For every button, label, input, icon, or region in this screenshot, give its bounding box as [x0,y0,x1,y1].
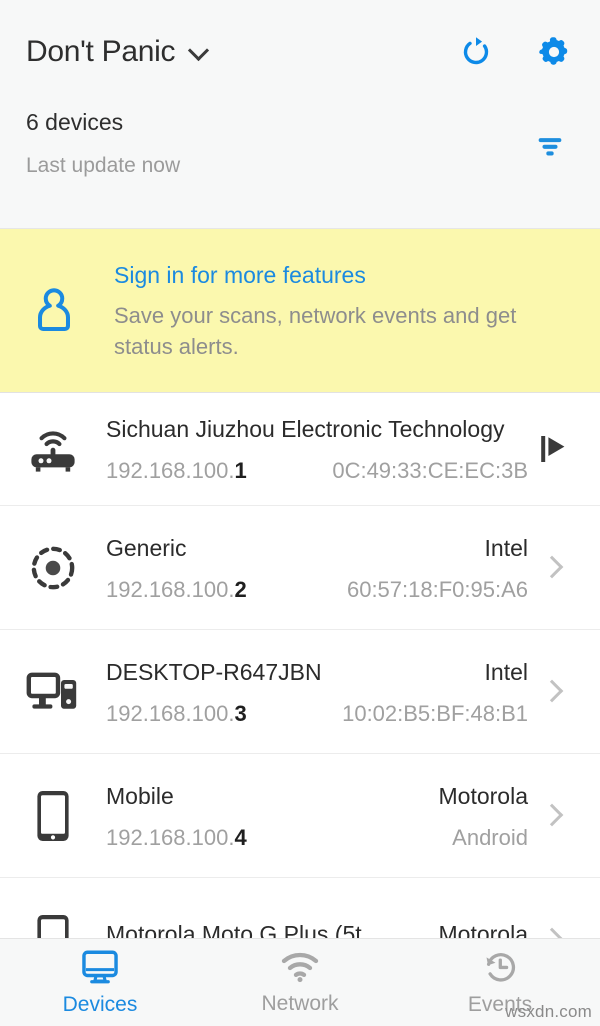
row-trailing[interactable] [528,559,578,577]
tab-devices-label: Devices [62,992,138,1016]
desktop-icon [26,672,77,709]
settings-button[interactable] [536,34,572,70]
phone-icon [37,790,69,841]
refresh-button[interactable] [458,34,494,70]
watermark: wsxdn.com [505,1002,592,1021]
generic-device-icon [31,546,75,589]
device-secondary-line: 192.168.100.3 10:02:B5:BF:48:B1 [106,700,528,728]
filter-button[interactable] [526,122,574,170]
device-secondary-line: 192.168.100.4 Android [106,824,528,852]
table-row[interactable]: Sichuan Jiuzhou Electronic Technology 19… [0,393,600,506]
device-info: Generic Intel 192.168.100.2 60:57:18:F0:… [90,532,528,604]
filter-icon [538,138,562,156]
device-secondary-line: 192.168.100.1 0C:49:33:CE:EC:3B [106,457,528,485]
device-primary-line: DESKTOP-R647JBN Intel [106,656,528,688]
device-secondary-line: 192.168.100.2 60:57:18:F0:95:A6 [106,576,528,604]
device-icon-wrap [16,668,90,716]
table-row[interactable]: Mobile Motorola 192.168.100.4 Android [0,754,600,878]
banner-text: Sign in for more features Save your scan… [86,260,574,362]
header-title-row: Don't Panic [0,0,600,74]
summary-text-group: 6 devices Last update now [26,104,180,182]
banner-title[interactable]: Sign in for more features [114,260,574,290]
device-name: Sichuan Jiuzhou Electronic Technology [106,416,505,442]
person-icon [37,287,71,331]
sign-in-banner[interactable]: Sign in for more features Save your scan… [0,228,600,393]
chevron-down-icon [189,42,209,62]
row-trailing[interactable] [528,434,578,464]
last-update: Last update now [26,154,181,177]
device-count: 6 devices [26,109,124,135]
header: Don't Panic 6 devices Last update now [0,0,600,228]
device-primary-line: Generic Intel [106,532,528,564]
device-mac: 0C:49:33:CE:EC:3B [332,458,528,483]
wifi-icon [281,952,319,982]
router-icon [31,431,75,472]
device-info: Mobile Motorola 192.168.100.4 Android [90,780,528,852]
device-info: Sichuan Jiuzhou Electronic Technology 19… [90,413,528,485]
chevron-right-icon [544,683,562,701]
device-vendor: Motorola [438,782,528,809]
gear-icon [539,37,568,65]
network-selector[interactable]: Don't Panic [26,37,209,67]
tab-network-label: Network [261,991,339,1015]
chevron-right-icon [544,807,562,825]
banner-subtitle: Save your scans, network events and get … [114,302,517,359]
device-mac: Android [452,824,528,850]
device-primary-line: Sichuan Jiuzhou Electronic Technology [106,413,528,445]
history-icon [486,952,516,981]
chevron-right-icon [544,559,562,577]
device-ip: 192.168.100.1 [106,458,247,483]
device-mac: 10:02:B5:BF:48:B1 [342,700,528,726]
device-ip: 192.168.100.3 [106,700,247,726]
row-trailing[interactable] [528,807,578,825]
table-row[interactable]: DESKTOP-R647JBN Intel 192.168.100.3 10:0… [0,630,600,754]
network-name: Don't Panic [26,35,176,68]
device-mac: 60:57:18:F0:95:A6 [346,576,528,602]
device-icon-wrap [16,543,90,593]
flag-icon [541,436,565,462]
app-root: Don't Panic 6 devices Last update now Si… [0,0,600,1026]
device-list: Sichuan Jiuzhou Electronic Technology 19… [0,393,600,1002]
device-icon-wrap [16,425,90,473]
device-ip: 192.168.100.2 [106,576,247,602]
device-ip: 192.168.100.4 [106,824,247,850]
device-vendor: Intel [484,658,528,685]
tab-devices[interactable]: Devices [0,939,200,1026]
device-icon-wrap [16,787,90,845]
device-name: DESKTOP-R647JBN [106,658,322,685]
refresh-icon [463,37,489,65]
device-info: DESKTOP-R647JBN Intel 192.168.100.3 10:0… [90,656,528,728]
table-row[interactable]: Generic Intel 192.168.100.2 60:57:18:F0:… [0,506,600,630]
header-summary: 6 devices Last update now [0,104,600,182]
device-vendor: Intel [484,534,528,561]
banner-icon-wrap [22,284,86,338]
header-actions [458,34,576,70]
device-primary-line: Mobile Motorola [106,780,528,812]
monitor-icon [82,950,118,983]
device-name: Generic [106,534,187,561]
device-name: Mobile [106,782,174,809]
row-trailing[interactable] [528,683,578,701]
tab-network[interactable]: Network [200,939,400,1026]
